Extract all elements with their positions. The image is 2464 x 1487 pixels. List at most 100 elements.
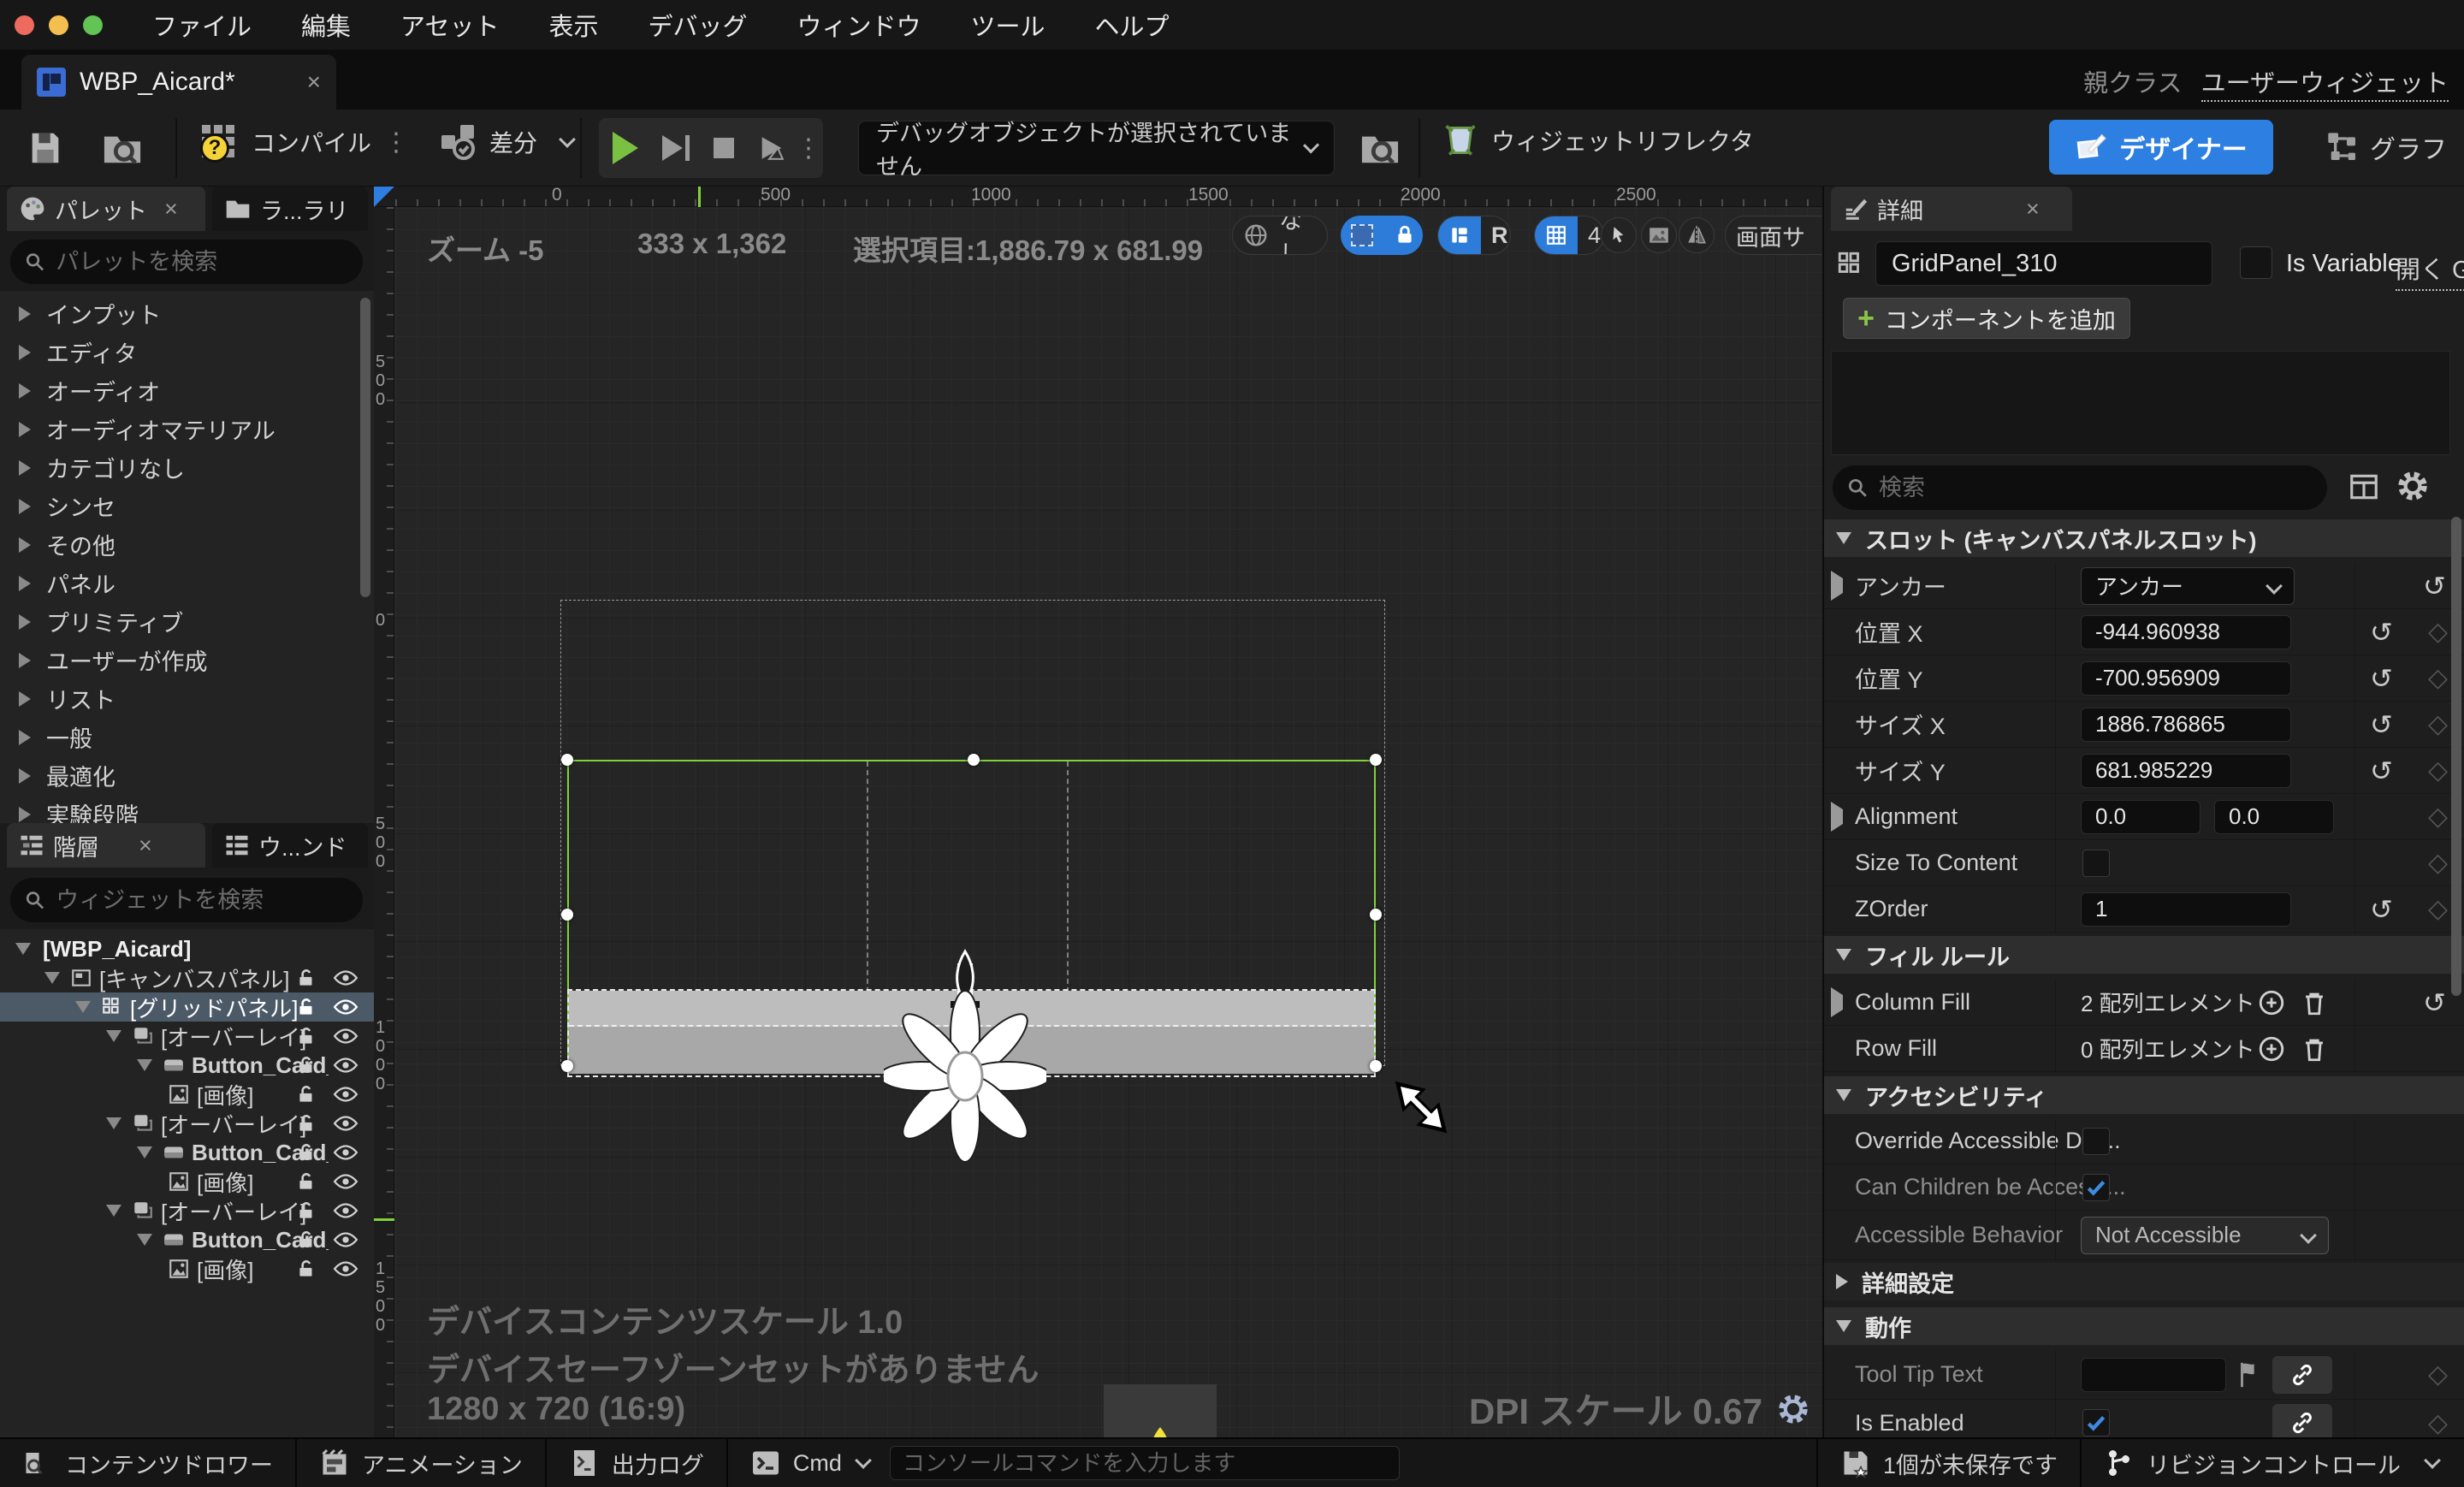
graph-mode-button[interactable]: グラフ xyxy=(2325,120,2447,175)
bind-function-button[interactable] xyxy=(2272,1356,2332,1394)
palette-category[interactable]: インプット xyxy=(0,294,359,333)
compile-options-icon[interactable]: ⋮ xyxy=(383,127,409,157)
section-accessibility[interactable]: アクセシビリティ xyxy=(1824,1076,2464,1114)
unlock-icon[interactable] xyxy=(295,1200,317,1222)
add-component-button[interactable]: + コンポーネントを追加 xyxy=(1843,298,2130,339)
add-element-icon[interactable] xyxy=(2257,1034,2286,1063)
localization-preview-toggle[interactable]: なし xyxy=(1232,216,1328,255)
override-accessible-checkbox[interactable] xyxy=(2082,1128,2110,1155)
widget-name-input[interactable]: GridPanel_310 xyxy=(1875,241,2212,286)
play-options-icon[interactable]: ⋮ xyxy=(796,133,821,163)
unlock-icon[interactable] xyxy=(295,1258,317,1280)
visibility-eye-icon[interactable] xyxy=(333,1025,358,1047)
hierarchy-search[interactable] xyxy=(10,878,363,922)
visibility-eye-icon[interactable] xyxy=(333,1229,358,1251)
visibility-eye-icon[interactable] xyxy=(333,1141,358,1164)
size-y-input[interactable]: 681.985229 xyxy=(2081,754,2291,788)
tree-row-image[interactable]: [画像] xyxy=(0,1080,374,1109)
tree-row-button-card-drag[interactable]: Button_Card_Dra xyxy=(0,1051,374,1080)
hierarchy-tab-close-icon[interactable]: × xyxy=(139,832,152,859)
flag-icon[interactable] xyxy=(2236,1360,2262,1389)
cmd-dropdown[interactable]: Cmd xyxy=(728,1439,876,1487)
flip-preview-toggle[interactable] xyxy=(1679,217,1715,253)
resize-handle-sw[interactable] xyxy=(561,1060,573,1072)
palette-category[interactable]: 一般 xyxy=(0,718,359,756)
visibility-eye-icon[interactable] xyxy=(333,1083,358,1105)
play-button[interactable] xyxy=(599,132,652,164)
alignment-y-input[interactable]: 0.0 xyxy=(2214,800,2334,834)
palette-category[interactable]: シンセ xyxy=(0,487,359,525)
unlock-icon[interactable] xyxy=(295,1170,317,1193)
can-children-checkbox[interactable] xyxy=(2082,1174,2110,1201)
lock-selection-toggle[interactable] xyxy=(1341,216,1423,255)
tree-row-button-card-set[interactable]: Button_Card_Set xyxy=(0,1225,374,1254)
bind-diamond-icon[interactable]: ◇ xyxy=(2428,802,2448,832)
resize-handle-nw[interactable] xyxy=(561,754,573,766)
dpi-settings-gear-icon[interactable] xyxy=(1776,1392,1810,1426)
position-x-input[interactable]: -944.960938 xyxy=(2081,615,2291,649)
reset-icon[interactable]: ↺ xyxy=(2370,616,2393,649)
bind-diamond-icon[interactable]: ◇ xyxy=(2428,1408,2448,1438)
unlock-icon[interactable] xyxy=(295,996,317,1018)
bind-diamond-icon[interactable]: ◇ xyxy=(2428,755,2448,785)
visibility-eye-icon[interactable] xyxy=(333,1258,358,1280)
reset-icon[interactable]: ↺ xyxy=(2370,755,2393,787)
unlock-icon[interactable] xyxy=(295,967,317,989)
anchor-dropdown[interactable]: アンカー xyxy=(2081,567,2295,605)
window-zoom-button[interactable] xyxy=(83,15,103,35)
menu-tools[interactable]: ツール xyxy=(971,7,1045,43)
reset-icon[interactable]: ↺ xyxy=(2423,986,2446,1019)
designer-viewport[interactable]: 0 500 1000 1500 2000 2500 500 0 500 1000… xyxy=(374,187,1822,1437)
save-button[interactable] xyxy=(26,128,65,168)
visibility-eye-icon[interactable] xyxy=(333,967,358,989)
trash-icon[interactable] xyxy=(2300,988,2329,1017)
palette-category[interactable]: リスト xyxy=(0,679,359,718)
is-enabled-checkbox[interactable] xyxy=(2082,1409,2110,1437)
compile-button[interactable]: ? コンパイル ⋮ xyxy=(198,121,409,163)
settings-gear-icon[interactable] xyxy=(2396,469,2430,503)
palette-category[interactable]: プリミティブ xyxy=(0,602,359,641)
visibility-eye-icon[interactable] xyxy=(333,1054,358,1076)
output-log-button[interactable]: 出力ログ xyxy=(547,1439,726,1487)
diff-button[interactable]: 差分 xyxy=(438,121,573,163)
details-tab-close-icon[interactable]: × xyxy=(2026,196,2040,222)
window-minimize-button[interactable] xyxy=(49,15,68,35)
tooltip-text-input[interactable] xyxy=(2081,1358,2226,1392)
tab-close-icon[interactable]: × xyxy=(307,68,321,96)
tree-row-image[interactable]: [画像] xyxy=(0,1167,374,1196)
tree-row-overlay[interactable]: [オーバーレイ] xyxy=(0,1022,374,1051)
resize-handle-e[interactable] xyxy=(1370,909,1382,921)
open-grid-link[interactable]: 開く Gri xyxy=(2396,250,2464,291)
bind-diamond-icon[interactable]: ◇ xyxy=(2428,848,2448,878)
unlock-icon[interactable] xyxy=(295,1141,317,1164)
reset-icon[interactable]: ↺ xyxy=(2370,662,2393,695)
palette-category[interactable]: オーディオ xyxy=(0,371,359,410)
palette-scrollbar[interactable] xyxy=(360,298,370,597)
respect-locks-toggle[interactable]: R xyxy=(1437,216,1511,255)
palette-category[interactable]: エディタ xyxy=(0,333,359,371)
menu-debug[interactable]: デバッグ xyxy=(648,7,747,43)
section-slot[interactable]: スロット (キャンバスパネルスロット) xyxy=(1824,519,2464,557)
palette-category[interactable]: 最適化 xyxy=(0,756,359,795)
tree-row-image[interactable]: [画像] xyxy=(0,1254,374,1283)
console-command-input[interactable] xyxy=(903,1450,1387,1477)
bind-diamond-icon[interactable]: ◇ xyxy=(2428,663,2448,693)
frame-skip-button[interactable] xyxy=(652,135,700,161)
parent-class-link[interactable]: ユーザーウィジェット xyxy=(2201,70,2449,102)
tab-palette[interactable]: パレット × xyxy=(7,187,205,231)
menu-edit[interactable]: 編集 xyxy=(301,7,351,43)
unsaved-status-button[interactable]: 1個が未保存です xyxy=(1818,1439,2080,1487)
bind-diamond-icon[interactable]: ◇ xyxy=(2428,709,2448,739)
resize-handle-se[interactable] xyxy=(1370,1060,1382,1072)
accessible-behavior-dropdown[interactable]: Not Accessible xyxy=(2081,1217,2329,1254)
reset-icon[interactable]: ↺ xyxy=(2423,570,2446,602)
menu-help[interactable]: ヘルプ xyxy=(1095,7,1170,43)
menu-view[interactable]: 表示 xyxy=(548,7,598,43)
debug-object-dropdown[interactable]: デバッグオブジェクトが選択されていません xyxy=(858,121,1335,175)
select-cursor-toggle[interactable] xyxy=(1601,217,1637,253)
alignment-x-input[interactable]: 0.0 xyxy=(2081,800,2200,834)
palette-category[interactable]: ユーザーが作成 xyxy=(0,641,359,679)
screen-size-dropdown[interactable]: 画面サ xyxy=(1725,216,1822,255)
palette-category[interactable]: その他 xyxy=(0,525,359,564)
unlock-icon[interactable] xyxy=(295,1112,317,1135)
